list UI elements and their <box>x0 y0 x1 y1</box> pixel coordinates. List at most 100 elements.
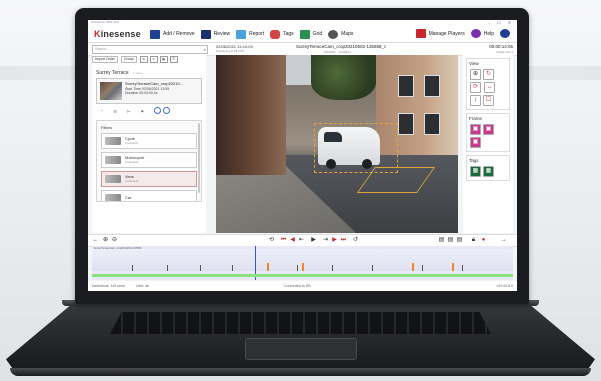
refresh-icon[interactable]: ⟳ <box>470 82 481 93</box>
video-building-left <box>216 55 286 175</box>
skip-end-icon[interactable]: ⏭ <box>340 237 347 244</box>
settings-button[interactable] <box>500 29 513 38</box>
clip-name: SurreyTerraceCam_crop20210602-135558_c <box>296 44 387 49</box>
collapse-icon[interactable]: ⌃ <box>100 109 103 114</box>
group-dropdown[interactable]: Group <box>120 56 137 63</box>
grid-button[interactable]: Grid <box>299 29 322 39</box>
video-window <box>398 113 414 135</box>
grid-view-icon[interactable]: ▦ <box>159 56 168 63</box>
detail-view-icon[interactable]: ☰ <box>169 56 178 63</box>
zoom-out-timeline-icon[interactable]: ⊖ <box>111 237 118 244</box>
maps-button[interactable]: Maps <box>328 29 353 39</box>
bookmark-icon[interactable]: ● <box>480 237 487 244</box>
snapshot-icon[interactable]: ▣ <box>483 124 494 135</box>
laptop-front-edge <box>10 368 591 376</box>
window-title: Kinesense VMS v2.0 <box>91 20 119 24</box>
undo-icon[interactable]: ↺ <box>352 237 359 244</box>
play-icon[interactable]: ▶ <box>310 237 317 244</box>
grid-icon <box>299 29 310 39</box>
filters-scrollbar[interactable] <box>198 123 200 193</box>
timeline-event[interactable] <box>412 263 414 271</box>
back-icon[interactable]: ← <box>92 237 99 244</box>
timeline-tick <box>167 265 168 271</box>
timeline-tick <box>200 265 201 271</box>
zoom-in-timeline-icon[interactable]: ⊕ <box>102 237 109 244</box>
main-toolbar: Kinesense Add / Remove Review Report Tag… <box>88 26 517 43</box>
tag-add-icon[interactable]: ▦ <box>470 166 481 177</box>
info-icon[interactable] <box>154 107 172 115</box>
search-icon[interactable]: ⌕ <box>204 46 206 53</box>
search-input[interactable]: Search... ⌕ <box>92 44 208 54</box>
forward-icon[interactable]: → <box>500 237 507 244</box>
timeline-tick <box>332 265 333 271</box>
add-remove-button[interactable]: Add / Remove <box>150 29 195 39</box>
video-window <box>398 75 414 97</box>
crop-icon[interactable]: ▣ <box>470 137 481 148</box>
import-order-dropdown[interactable]: Import Order <box>92 56 118 63</box>
timeline-tick <box>422 265 423 271</box>
filter-item-cycle[interactable]: Cycle (Included) <box>101 133 197 149</box>
status-user: User: ab <box>136 284 150 288</box>
gear-icon <box>500 29 510 38</box>
detection-box[interactable] <box>314 123 398 173</box>
zoom-in-icon[interactable]: ⊕ <box>470 69 481 80</box>
previous-detection-icon[interactable]: ⇤ <box>298 237 305 244</box>
timeline-tick <box>232 265 233 271</box>
step-back-icon[interactable]: ◀ <box>289 237 296 244</box>
export-all-icon[interactable]: ▤ <box>456 237 463 244</box>
list-view-icon[interactable]: ≡ <box>149 56 158 63</box>
help-button[interactable]: Help <box>470 29 494 38</box>
location-title[interactable]: Surrey Terrace 1 video <box>96 70 206 76</box>
tags-icon <box>270 29 281 39</box>
manage-players-button[interactable]: Manage Players <box>415 29 465 38</box>
filter-item-vans[interactable]: Vans (Included) <box>101 171 197 187</box>
window-controls[interactable]: – ☐ ✕ <box>488 20 514 25</box>
filter-item-car[interactable]: Car <box>101 190 197 201</box>
filter-item-motorcycle[interactable]: Motorcycle (Included) <box>101 152 197 168</box>
video-fps: Displaying at 25 FPS <box>216 49 245 53</box>
export-clip-icon[interactable]: ▤ <box>447 237 454 244</box>
status-bar: Detections: 145 seen User: ab Connected … <box>88 281 517 291</box>
step-forward-icon[interactable]: ▶ <box>331 237 338 244</box>
filters-header: Filters <box>101 125 112 130</box>
tag-list-icon[interactable]: ▦ <box>483 166 494 177</box>
sort-icon[interactable]: ⇅ <box>139 56 148 63</box>
report-button[interactable]: Report <box>236 29 264 39</box>
export-icon[interactable]: ▤ <box>438 237 445 244</box>
lock-icon[interactable]: 🔒︎ <box>470 237 477 244</box>
sort-controls: Import Order Group ⇅ ≡ ▦ ☰ <box>92 55 206 64</box>
timeline[interactable]: SurreyTerraceCam_crop20210602-135558 <box>92 246 513 280</box>
help-icon <box>470 29 481 38</box>
add-remove-icon <box>150 29 160 39</box>
loop-icon[interactable]: ⟲ <box>268 237 275 244</box>
timeline-tick <box>462 265 463 271</box>
export-frame-icon[interactable]: ▣ <box>470 124 481 135</box>
timeline-event[interactable] <box>267 263 269 271</box>
timeline-event[interactable] <box>302 263 304 271</box>
top-right-controls: Manage Players Help <box>410 29 513 38</box>
clip-actions: ⌃ ☰ ⊢ ⚑ <box>100 107 206 115</box>
tags-button[interactable]: Tags <box>270 29 294 39</box>
status-detections: Detections: 145 seen <box>92 284 125 288</box>
filters-panel: Filters Cycle (Included) Motorcycle (Inclu… <box>96 120 202 202</box>
video-player[interactable] <box>216 55 458 233</box>
list-icon[interactable]: ☰ <box>113 109 117 114</box>
flag-icon[interactable]: ⚑ <box>140 109 144 114</box>
filter-icon[interactable]: ⊢ <box>127 109 130 114</box>
clip-card[interactable]: SurreyTerraceCam_crop20210... Start Time… <box>96 78 202 104</box>
skip-start-icon[interactable]: ⏮ <box>280 237 287 244</box>
laptop-trackpad <box>245 338 357 360</box>
height-icon[interactable]: ↕ <box>470 95 481 106</box>
rotate-icon[interactable]: ↻ <box>483 69 494 80</box>
frame-outline-icon[interactable]: ☐ <box>483 95 494 106</box>
app-window: Kinesense VMS v2.0 – ☐ ✕ Kinesense Add /… <box>88 20 517 291</box>
clip-details: SurreyTerraceCam_crop20210... Start Time… <box>125 81 184 95</box>
timeline-tick <box>372 265 373 271</box>
review-button[interactable]: Review <box>200 29 230 39</box>
van-thumbnail <box>105 175 121 183</box>
move-icon[interactable]: ↔ <box>484 82 496 93</box>
video-window <box>424 113 440 135</box>
timeline-event[interactable] <box>452 263 454 271</box>
next-detection-icon[interactable]: ⇥ <box>322 237 329 244</box>
laptop-keyboard <box>110 312 491 334</box>
